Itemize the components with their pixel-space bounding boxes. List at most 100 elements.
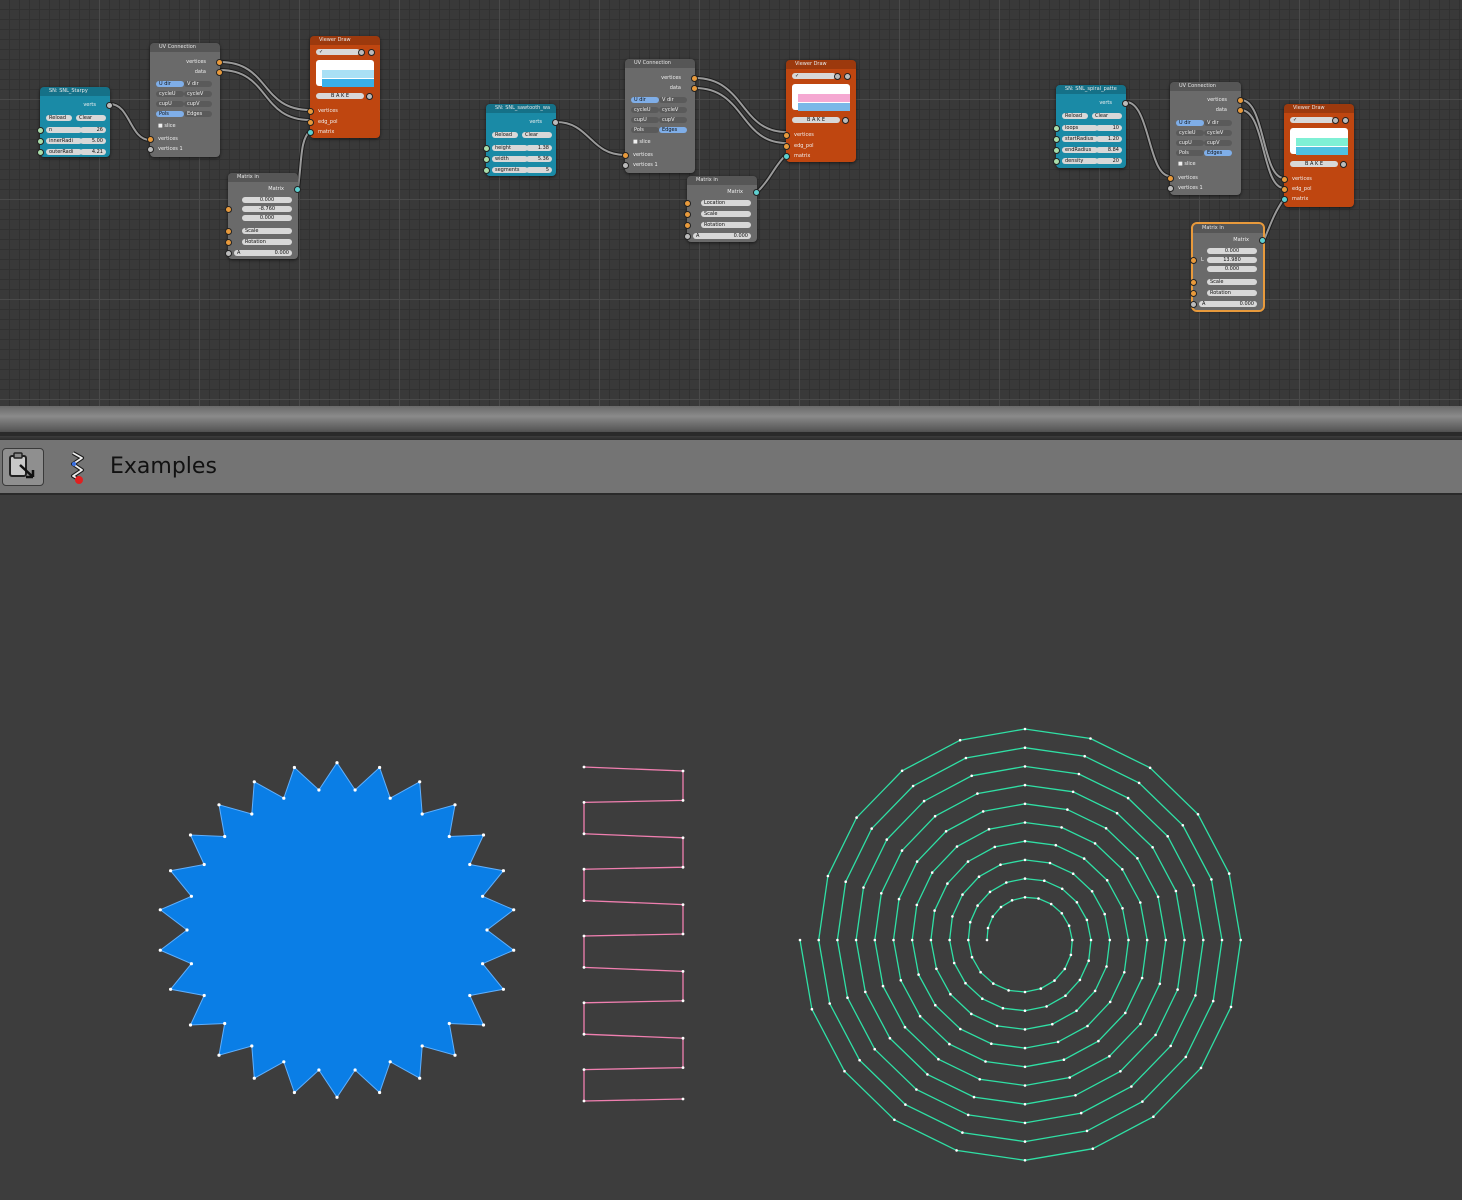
v-dir-button[interactable]: V dir — [659, 97, 687, 103]
angle-field[interactable]: A 0.000 — [1199, 301, 1257, 307]
input-socket[interactable] — [483, 167, 490, 174]
cup-v-button[interactable]: cupV — [184, 101, 212, 107]
field-value[interactable]: 5.36 — [526, 156, 552, 162]
input-socket[interactable] — [1190, 257, 1197, 264]
bake-options-icon[interactable] — [366, 93, 373, 100]
input-socket[interactable] — [225, 206, 232, 213]
input-socket[interactable] — [307, 129, 314, 136]
rotation-field[interactable]: Rotation — [701, 222, 751, 228]
cycle-v-button[interactable]: cycleV — [184, 91, 212, 97]
cycle-u-button[interactable]: cycleU — [1176, 130, 1204, 136]
input-socket[interactable] — [225, 250, 232, 257]
input-socket[interactable] — [225, 239, 232, 246]
input-socket[interactable] — [783, 153, 790, 160]
uv-connection-node[interactable]: UV Connection vertices data U dir V dir … — [147, 43, 223, 157]
toggle-icon[interactable] — [1332, 117, 1339, 124]
input-socket[interactable] — [1053, 147, 1060, 154]
u-dir-button[interactable]: U dir — [156, 81, 184, 87]
output-socket[interactable] — [1122, 100, 1129, 107]
cup-u-button[interactable]: cupU — [1176, 140, 1204, 146]
cup-v-button[interactable]: cupV — [1204, 140, 1232, 146]
edges-button[interactable]: Edges — [1204, 150, 1232, 156]
editor-type-button[interactable] — [2, 448, 44, 486]
output-socket[interactable] — [216, 59, 223, 66]
output-socket[interactable] — [1237, 97, 1244, 104]
output-socket[interactable] — [552, 119, 559, 126]
location-x[interactable]: 0.000 — [242, 197, 292, 203]
field-value[interactable]: 8.84 — [1096, 147, 1122, 153]
input-socket[interactable] — [37, 138, 44, 145]
angle-field[interactable]: A 0.000 — [693, 233, 751, 239]
input-socket[interactable] — [783, 132, 790, 139]
input-socket[interactable] — [147, 146, 154, 153]
bake-button[interactable]: B A K E — [792, 117, 840, 123]
input-socket[interactable] — [1190, 301, 1197, 308]
input-socket[interactable] — [622, 162, 629, 169]
input-socket[interactable] — [1190, 290, 1197, 297]
clear-button[interactable]: Clear — [522, 132, 552, 138]
3d-viewport[interactable] — [0, 495, 1462, 1196]
bake-button[interactable]: B A K E — [1290, 161, 1338, 167]
cycle-v-button[interactable]: cycleV — [659, 107, 687, 113]
reload-button[interactable]: Reload — [492, 132, 518, 138]
input-socket[interactable] — [1053, 158, 1060, 165]
edges-button[interactable]: Edges — [659, 127, 687, 133]
uv-connection-node[interactable]: UV Connection vertices data U dir V dir … — [1167, 82, 1244, 195]
input-socket[interactable] — [307, 119, 314, 126]
edge-color-swatch[interactable] — [322, 70, 374, 78]
input-socket[interactable] — [1167, 185, 1174, 192]
reload-button[interactable]: Reload — [1062, 113, 1088, 119]
location-y[interactable]: -8.760 — [242, 206, 292, 212]
reload-button[interactable]: Reload — [46, 115, 72, 121]
face-color-swatch[interactable] — [798, 103, 850, 111]
input-socket[interactable] — [684, 233, 691, 240]
input-socket[interactable] — [37, 127, 44, 134]
uv-connection-node[interactable]: UV Connection vertices data U dir V dir … — [622, 59, 698, 173]
input-socket[interactable] — [1281, 186, 1288, 193]
field-value[interactable]: 20 — [1096, 158, 1122, 164]
rotation-field[interactable]: Rotation — [1207, 290, 1257, 296]
input-socket[interactable] — [1167, 175, 1174, 182]
input-socket[interactable] — [147, 136, 154, 143]
activate-toggle[interactable]: ✓ — [792, 73, 836, 79]
pols-button[interactable]: Pols — [1176, 150, 1204, 156]
edge-color-swatch[interactable] — [1296, 138, 1348, 146]
input-socket[interactable] — [1281, 196, 1288, 203]
input-socket[interactable] — [483, 156, 490, 163]
cup-u-button[interactable]: cupU — [631, 117, 659, 123]
activate-toggle[interactable]: ✓ — [1290, 117, 1334, 123]
input-socket[interactable] — [684, 211, 691, 218]
slice-checkbox[interactable]: ■ slice — [158, 123, 176, 129]
location-x[interactable]: 0.000 — [1207, 248, 1257, 254]
clear-button[interactable]: Clear — [76, 115, 106, 121]
scale-field[interactable]: Scale — [242, 228, 292, 234]
input-socket[interactable] — [783, 143, 790, 150]
output-socket[interactable] — [216, 69, 223, 76]
field-value[interactable]: 1.20 — [1096, 136, 1122, 142]
input-socket[interactable] — [684, 200, 691, 207]
slice-checkbox[interactable]: ■ slice — [633, 139, 651, 145]
input-socket[interactable] — [483, 145, 490, 152]
cup-v-button[interactable]: cupV — [659, 117, 687, 123]
v-dir-button[interactable]: V dir — [184, 81, 212, 87]
u-dir-button[interactable]: U dir — [631, 97, 659, 103]
location-z[interactable]: 0.000 — [242, 215, 292, 221]
area-divider[interactable] — [0, 406, 1462, 440]
cycle-u-button[interactable]: cycleU — [156, 91, 184, 97]
bake-options-icon[interactable] — [1340, 161, 1347, 168]
toggle-icon[interactable] — [358, 49, 365, 56]
field-value[interactable]: 5.00 — [80, 138, 106, 144]
cycle-v-button[interactable]: cycleV — [1204, 130, 1232, 136]
field-value[interactable]: 10 — [1096, 125, 1122, 131]
scale-field[interactable]: Scale — [1207, 279, 1257, 285]
angle-field[interactable]: A 0.000 — [234, 250, 292, 256]
cycle-u-button[interactable]: cycleU — [631, 107, 659, 113]
output-socket[interactable] — [1259, 237, 1266, 244]
field-value[interactable]: 26 — [80, 127, 106, 133]
pols-button[interactable]: Pols — [631, 127, 659, 133]
toggle-icon[interactable] — [368, 49, 375, 56]
output-socket[interactable] — [691, 85, 698, 92]
input-socket[interactable] — [307, 108, 314, 115]
input-socket[interactable] — [37, 149, 44, 156]
clear-button[interactable]: Clear — [1092, 113, 1122, 119]
